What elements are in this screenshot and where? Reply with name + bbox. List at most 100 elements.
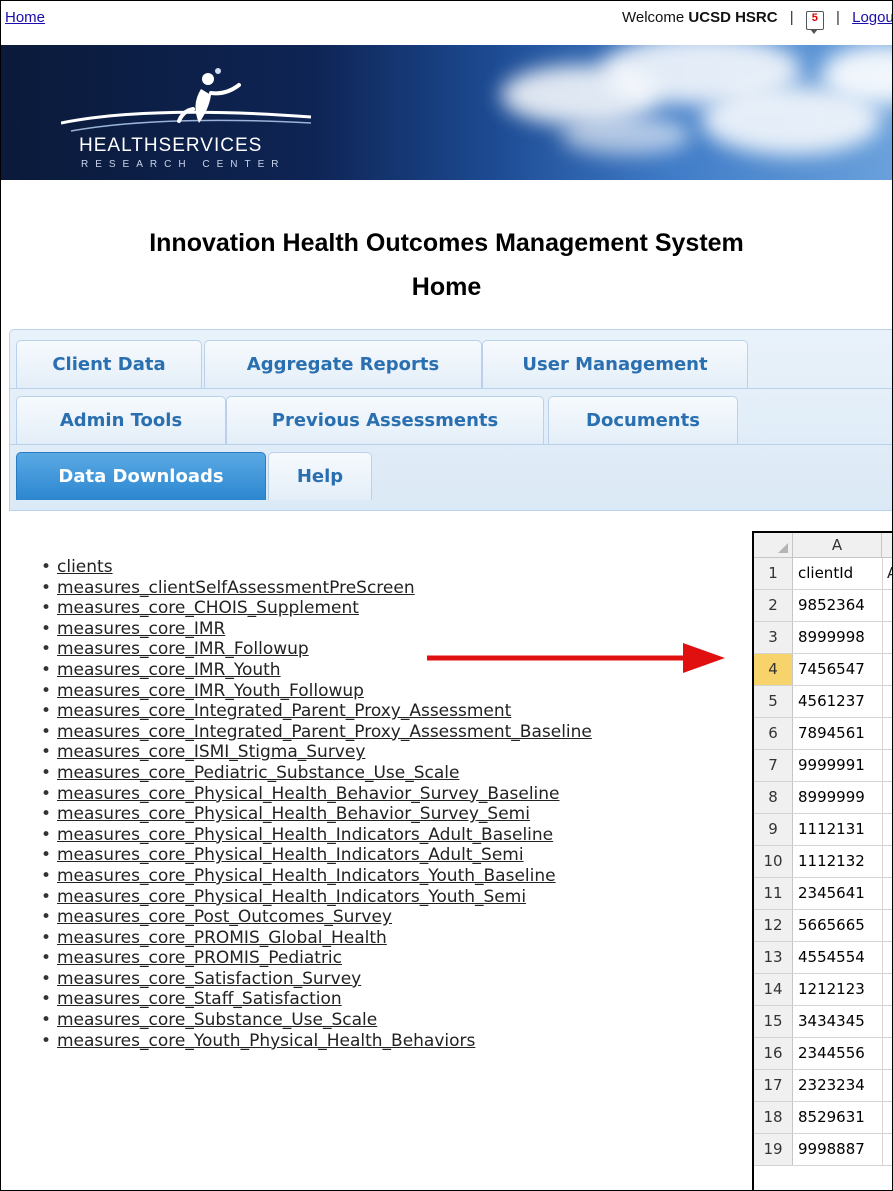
cell[interactable]: 8529631 (798, 1102, 865, 1133)
row-number[interactable]: 3 (754, 622, 793, 653)
row-number[interactable]: 1 (754, 558, 793, 589)
home-link[interactable]: Home (5, 9, 45, 26)
table-row: 1clientId A (754, 558, 892, 590)
select-all-corner[interactable] (754, 533, 793, 558)
row-number[interactable]: 5 (754, 686, 793, 717)
row-number[interactable]: 9 (754, 814, 793, 845)
row-number-selected[interactable]: 4 (754, 654, 793, 685)
cell[interactable]: 7456547 (798, 654, 865, 685)
logout-link[interactable]: Logout (852, 9, 892, 26)
download-link[interactable]: measures_core_IMR_Youth (57, 660, 281, 680)
cell[interactable]: 4561237 (798, 686, 865, 717)
cell[interactable]: 8999999 (798, 782, 865, 813)
cell[interactable]: 4554554 (798, 942, 865, 973)
tab-aggregate-reports[interactable]: Aggregate Reports (204, 340, 482, 388)
cell[interactable]: 1112132 (798, 846, 865, 877)
download-link[interactable]: measures_core_IMR (57, 619, 225, 639)
tab-documents[interactable]: Documents (548, 396, 738, 444)
download-link[interactable]: measures_core_Youth_Physical_Health_Beha… (57, 1031, 475, 1051)
download-link[interactable]: measures_core_Post_Outcomes_Survey (57, 907, 392, 927)
spreadsheet-preview: A 1clientIdA 29852364 38999998 47456547 … (752, 531, 892, 1190)
cell[interactable]: 9852364 (798, 590, 865, 621)
download-link[interactable]: measures_core_Physical_Health_Indicators… (57, 845, 524, 865)
column-header-b[interactable] (882, 533, 892, 558)
cell-b[interactable] (882, 1006, 892, 1037)
cell-b[interactable] (882, 910, 892, 941)
tab-user-management[interactable]: User Management (482, 340, 748, 388)
row-number[interactable]: 12 (754, 910, 793, 941)
download-link[interactable]: measures_core_Integrated_Parent_Proxy_As… (57, 701, 511, 721)
download-link[interactable]: measures_core_Physical_Health_Indicators… (57, 887, 526, 907)
row-number[interactable]: 13 (754, 942, 793, 973)
cell-b[interactable] (882, 654, 892, 685)
download-link[interactable]: measures_core_PROMIS_Pediatric (57, 948, 342, 968)
row-number[interactable]: 17 (754, 1070, 793, 1101)
tab-admin-tools[interactable]: Admin Tools (16, 396, 226, 444)
cell-b[interactable] (882, 1070, 892, 1101)
cell-b[interactable] (882, 974, 892, 1005)
cell-b[interactable] (882, 942, 892, 973)
cell-b[interactable] (882, 1038, 892, 1069)
tab-data-downloads[interactable]: Data Downloads (16, 452, 266, 500)
download-link[interactable]: measures_clientSelfAssessmentPreScreen (57, 578, 415, 598)
download-link[interactable]: measures_core_Physical_Health_Behavior_S… (57, 804, 530, 824)
download-link[interactable]: measures_core_Physical_Health_Indicators… (57, 825, 553, 845)
cell[interactable]: 2345641 (798, 878, 865, 909)
tab-previous-assessments[interactable]: Previous Assessments (226, 396, 544, 444)
cell[interactable]: 5665665 (798, 910, 865, 941)
cell[interactable]: 1112131 (798, 814, 865, 845)
cell[interactable]: 3434345 (798, 1006, 865, 1037)
row-number[interactable]: 8 (754, 782, 793, 813)
download-link[interactable]: measures_core_Staff_Satisfaction (57, 989, 342, 1009)
cell[interactable]: 2344556 (798, 1038, 865, 1069)
download-link[interactable]: measures_core_Satisfaction_Survey (57, 969, 361, 989)
row-number[interactable]: 18 (754, 1102, 793, 1133)
row-number[interactable]: 6 (754, 718, 793, 749)
cell-b[interactable] (882, 1134, 892, 1165)
download-link[interactable]: measures_core_Physical_Health_Behavior_S… (57, 784, 560, 804)
cell-b[interactable] (882, 686, 892, 717)
download-link[interactable]: clients (57, 557, 113, 577)
cell-b[interactable] (882, 718, 892, 749)
cell[interactable]: 2323234 (798, 1070, 865, 1101)
download-link[interactable]: measures_core_PROMIS_Global_Health (57, 928, 387, 948)
download-link[interactable]: measures_core_Pediatric_Substance_Use_Sc… (57, 763, 459, 783)
download-link[interactable]: measures_core_Substance_Use_Scale (57, 1010, 377, 1030)
download-link[interactable]: measures_core_Integrated_Parent_Proxy_As… (57, 722, 592, 742)
row-number[interactable]: 15 (754, 1006, 793, 1037)
cell[interactable]: 9999991 (798, 750, 865, 781)
cell-b[interactable] (882, 590, 892, 621)
row-number[interactable]: 2 (754, 590, 793, 621)
messages-icon[interactable]: 5 (805, 11, 824, 34)
table-row: 5 4561237 (754, 686, 892, 718)
cell[interactable]: 8999998 (798, 622, 865, 653)
cell-b[interactable] (882, 814, 892, 845)
row-number[interactable]: 14 (754, 974, 793, 1005)
download-link[interactable]: measures_core_Physical_Health_Indicators… (57, 866, 556, 886)
download-link[interactable]: measures_core_IMR_Youth_Followup (57, 681, 364, 701)
row-number[interactable]: 16 (754, 1038, 793, 1069)
download-link[interactable]: measures_core_CHOIS_Supplement (57, 598, 359, 618)
download-link[interactable]: measures_core_ISMI_Stigma_Survey (57, 742, 365, 762)
cell[interactable]: 9998887 (798, 1134, 865, 1165)
cell[interactable]: 1212123 (798, 974, 865, 1005)
cell[interactable]: 7894561 (798, 718, 865, 749)
cell[interactable]: clientId (798, 558, 853, 589)
list-item: measures_core_Post_Outcomes_Survey (41, 907, 592, 928)
cell-b[interactable] (882, 782, 892, 813)
list-item: measures_core_ISMI_Stigma_Survey (41, 742, 592, 763)
cell-b[interactable] (882, 622, 892, 653)
row-number[interactable]: 7 (754, 750, 793, 781)
cell-b[interactable] (882, 878, 892, 909)
row-number[interactable]: 11 (754, 878, 793, 909)
tab-help[interactable]: Help (268, 452, 372, 500)
cell-b[interactable] (882, 1102, 892, 1133)
row-number[interactable]: 10 (754, 846, 793, 877)
tab-client-data[interactable]: Client Data (16, 340, 202, 388)
row-number[interactable]: 19 (754, 1134, 793, 1165)
cell-b[interactable] (882, 750, 892, 781)
cell-b[interactable]: A (882, 558, 892, 589)
cell-b[interactable] (882, 846, 892, 877)
download-link[interactable]: measures_core_IMR_Followup (57, 639, 309, 659)
column-header-a[interactable]: A (793, 533, 882, 558)
